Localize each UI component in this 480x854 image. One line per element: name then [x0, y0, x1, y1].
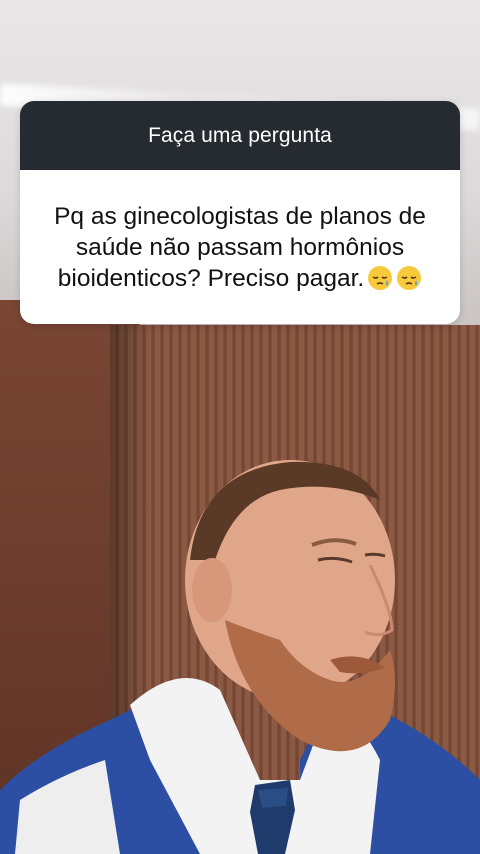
sleepy-face-emoji — [368, 265, 393, 290]
question-sticker-header: Faça uma pergunta — [20, 101, 460, 170]
question-text-wrapper: Pq as ginecologistas de planos de saúde … — [38, 201, 442, 294]
sleepy-face-emoji — [397, 265, 422, 290]
question-sticker-body: Pq as ginecologistas de planos de saúde … — [20, 170, 460, 324]
question-sticker[interactable]: Faça uma pergunta Pq as ginecologistas d… — [20, 101, 460, 324]
question-sticker-title: Faça uma pergunta — [148, 123, 332, 147]
